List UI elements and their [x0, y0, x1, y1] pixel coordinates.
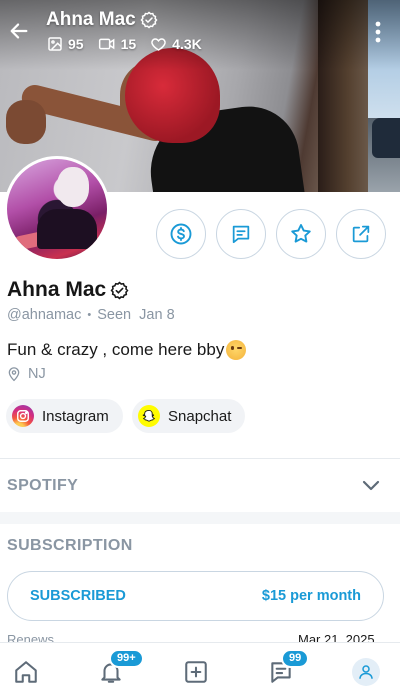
dollar-circle-icon	[170, 223, 192, 245]
photos-count: 95	[68, 36, 84, 52]
videos-stat[interactable]: 15	[98, 36, 137, 52]
spotify-section-title[interactable]: SPOTIFY	[7, 477, 78, 495]
chevron-down-icon	[362, 480, 380, 491]
section-gap	[0, 512, 400, 524]
separator-dot: •	[87, 309, 92, 321]
user-icon	[359, 665, 373, 679]
profile-location: NJ	[7, 366, 46, 382]
top-bar: Ahna Mac 95 15 4.3K	[0, 0, 400, 60]
snapchat-icon	[138, 405, 160, 427]
instagram-icon	[12, 405, 34, 427]
header-name: Ahna Mac	[46, 9, 136, 30]
location-text: NJ	[28, 366, 46, 382]
plus-square-icon	[185, 661, 207, 683]
nav-new-post[interactable]	[182, 658, 210, 686]
image-icon	[48, 37, 62, 51]
star-icon	[291, 224, 311, 243]
notifications-badge: 99+	[109, 649, 144, 668]
last-seen: Seen Jan 8	[97, 307, 175, 323]
wink-emoji-icon	[226, 340, 247, 360]
profile-bio: Fun & crazy , come here bby	[7, 340, 247, 360]
profile-handle: @ahnamac	[7, 307, 82, 323]
subscription-status-button[interactable]: SUBSCRIBED $15 per month	[7, 571, 384, 621]
home-icon	[15, 661, 37, 683]
header-stats: 95 15 4.3K	[47, 36, 202, 52]
video-icon	[98, 38, 114, 50]
header-title: Ahna Mac	[46, 9, 158, 31]
nav-home[interactable]	[12, 658, 40, 686]
favorite-button[interactable]	[276, 209, 326, 259]
heart-icon	[151, 38, 166, 51]
snapchat-label: Snapchat	[168, 407, 232, 425]
bio-text: Fun & crazy , come here bby	[7, 340, 225, 359]
subscription-section-title: SUBSCRIPTION	[7, 537, 133, 554]
likes-count: 4.3K	[172, 36, 202, 52]
back-button[interactable]	[6, 18, 32, 44]
share-button[interactable]	[336, 209, 386, 259]
profile-avatar[interactable]	[4, 156, 110, 262]
nav-profile[interactable]	[352, 658, 380, 686]
more-options-button[interactable]	[368, 18, 388, 46]
more-vertical-icon	[375, 21, 381, 43]
arrow-left-icon	[10, 23, 28, 39]
instagram-link[interactable]: Instagram	[6, 399, 123, 433]
profile-actions	[156, 209, 386, 259]
snapchat-link[interactable]: Snapchat	[132, 399, 246, 433]
subscription-status: SUBSCRIBED	[30, 588, 126, 604]
message-button[interactable]	[216, 209, 266, 259]
profile-name: Ahna Mac	[7, 278, 129, 302]
handle-line: @ahnamac • Seen Jan 8	[7, 307, 175, 323]
photos-stat[interactable]: 95	[47, 36, 84, 52]
nav-notifications[interactable]: 99+	[97, 649, 144, 686]
share-icon	[352, 225, 370, 243]
spotify-expand-button[interactable]	[360, 474, 382, 496]
videos-count: 15	[120, 36, 137, 52]
divider	[0, 458, 400, 459]
profile-name-text: Ahna Mac	[7, 278, 107, 301]
verified-icon	[110, 281, 129, 299]
instagram-label: Instagram	[42, 407, 109, 425]
likes-stat[interactable]: 4.3K	[150, 36, 202, 52]
messages-badge: 99	[281, 649, 310, 668]
verified-icon	[140, 11, 158, 29]
subscription-price: $15 per month	[261, 588, 361, 604]
location-pin-icon	[8, 367, 20, 382]
nav-messages[interactable]: 99	[267, 649, 310, 686]
tip-button[interactable]	[156, 209, 206, 259]
message-icon	[232, 225, 250, 244]
